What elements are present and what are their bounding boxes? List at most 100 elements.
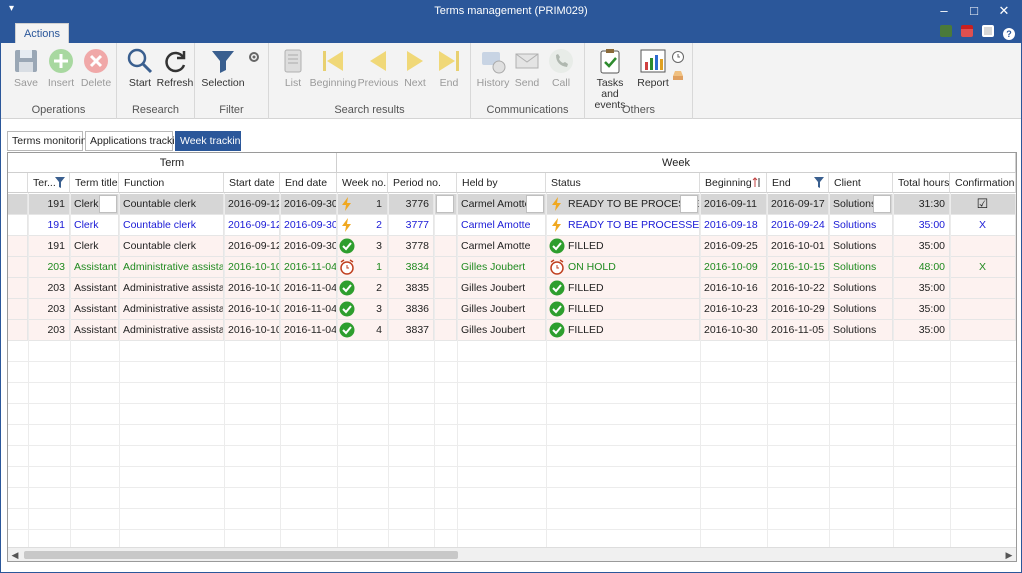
sort-ascending-icon[interactable] <box>752 177 762 188</box>
horizontal-scrollbar[interactable]: ◀ ▶ <box>8 547 1016 561</box>
clock-icon[interactable] <box>671 50 685 64</box>
filter-icon[interactable] <box>814 177 824 188</box>
funnel-icon <box>212 51 234 73</box>
header-term-no[interactable]: Ter... <box>28 173 70 193</box>
group-label-communications: Communications <box>486 104 569 116</box>
call-button[interactable]: Call <box>541 47 581 89</box>
row-indicator <box>8 194 28 215</box>
cell-period-no: 3777 <box>388 215 434 236</box>
scroll-right-icon[interactable]: ▶ <box>1002 548 1016 561</box>
insert-button[interactable]: Insert <box>41 47 81 89</box>
lock-icon[interactable] <box>981 25 994 37</box>
cell-term-no: 191 <box>28 236 70 257</box>
report-button[interactable]: Report <box>633 47 673 89</box>
header-function[interactable]: Function <box>119 173 224 193</box>
cell-confirmation[interactable]: X <box>950 257 1016 278</box>
cell-status: FILLED <box>546 236 700 257</box>
cell-week-no: 1 <box>337 257 388 278</box>
lookup-icon[interactable] <box>526 195 544 213</box>
search-icon[interactable] <box>680 195 698 213</box>
delete-button[interactable]: Delete <box>76 47 116 89</box>
row-indicator <box>8 236 28 257</box>
group-label-research: Research <box>131 104 180 116</box>
header-start-date[interactable]: Start date <box>224 173 280 193</box>
tab-applications-tracking[interactable]: Applications tracking <box>85 131 186 151</box>
cell-start-date: 2016-10-10 <box>224 320 280 341</box>
cell-confirmation[interactable] <box>950 299 1016 320</box>
cell-end: 2016-09-24 <box>767 215 829 236</box>
cell-beginning: 2016-10-09 <box>700 257 767 278</box>
lookup-icon[interactable] <box>99 195 117 213</box>
start-button[interactable]: Start <box>120 47 160 89</box>
header-end[interactable]: End <box>767 173 829 193</box>
cell-end: 2016-11-05 <box>767 320 829 341</box>
table-row[interactable]: 203 Assistant Administrative assistant 2… <box>8 257 1016 278</box>
cell-beginning: 2016-09-18 <box>700 215 767 236</box>
column-divider <box>700 193 701 547</box>
close-button[interactable]: ✕ <box>989 2 1019 20</box>
calendar-icon[interactable] <box>960 25 973 37</box>
cell-period-no: 3778 <box>388 236 434 257</box>
header-held-by[interactable]: Held by <box>457 173 546 193</box>
cell-term-title: Clerk <box>70 236 119 257</box>
filter-icon[interactable] <box>55 177 65 188</box>
maximize-button[interactable]: □ <box>959 2 989 20</box>
cell-confirmation[interactable] <box>950 278 1016 299</box>
column-divider <box>434 193 435 547</box>
cell-confirmation[interactable]: X <box>950 215 1016 236</box>
cell-start-date: 2016-09-12 <box>224 215 280 236</box>
gear-icon[interactable] <box>247 50 261 64</box>
end-button[interactable]: End <box>429 47 469 89</box>
ribbon: Save Insert Delete Operations Start Refr… <box>1 43 1021 119</box>
scrollbar-thumb[interactable] <box>24 551 458 559</box>
column-divider <box>829 193 830 547</box>
lookup-icon[interactable] <box>873 195 891 213</box>
header-beginning[interactable]: Beginning <box>700 173 767 193</box>
cell-total-hours: 35:00 <box>893 278 950 299</box>
tab-actions[interactable]: Actions <box>15 23 69 43</box>
previous-button[interactable]: Previous <box>357 47 399 89</box>
table-row[interactable]: 203 Assistant Administrative assistant 2… <box>8 320 1016 341</box>
header-confirmation[interactable]: Confirmation <box>950 173 1016 193</box>
minimize-button[interactable]: – <box>929 2 959 20</box>
lookup-icon[interactable] <box>436 195 454 213</box>
cell-term-no: 203 <box>28 257 70 278</box>
header-week-no[interactable]: Week no. <box>337 173 388 193</box>
cell-end: 2016-10-15 <box>767 257 829 278</box>
header-period-no[interactable]: Period no. <box>388 173 457 193</box>
header-end-date[interactable]: End date <box>280 173 337 193</box>
empty-row <box>8 383 1016 404</box>
scroll-left-icon[interactable]: ◀ <box>8 548 22 561</box>
cell-held-by: Gilles Joubert <box>457 320 546 341</box>
group-others: Tasks and events Report Others <box>585 43 693 119</box>
cell-client: Solutions <box>829 278 893 299</box>
calculator-icon[interactable] <box>939 25 952 37</box>
help-icon[interactable]: ? <box>1003 28 1015 40</box>
refresh-button[interactable]: Refresh <box>155 47 195 89</box>
header-term-title[interactable]: Term title <box>70 173 119 193</box>
check-circle-icon <box>339 322 355 338</box>
cell-confirmation[interactable] <box>950 320 1016 341</box>
cell-confirmation[interactable] <box>950 236 1016 257</box>
table-row[interactable]: 191 Clerk Countable clerk 2016-09-12 201… <box>8 236 1016 257</box>
tasks-and-events-button[interactable]: Tasks and events <box>588 47 632 111</box>
confirmation-checkbox[interactable]: ☑ <box>950 194 1016 215</box>
table-row[interactable]: 191 Clerk Countable clerk 2016-09-12 201… <box>8 194 1016 215</box>
list-button[interactable]: List <box>273 47 313 89</box>
column-divider <box>280 193 281 547</box>
beginning-button[interactable]: Beginning <box>309 47 357 89</box>
header-total-hours[interactable]: Total hours <box>893 173 950 193</box>
tab-week-tracking[interactable]: Week tracking <box>175 131 246 151</box>
clipboard-check-icon <box>600 49 620 74</box>
inbox-icon[interactable] <box>671 68 685 82</box>
table-row[interactable]: 191 Clerk Countable clerk 2016-09-12 201… <box>8 215 1016 236</box>
table-row[interactable]: 203 Assistant Administrative assistant 2… <box>8 299 1016 320</box>
cell-beginning: 2016-09-25 <box>700 236 767 257</box>
table-row[interactable]: 203 Assistant Administrative assistant 2… <box>8 278 1016 299</box>
header-client[interactable]: Client <box>829 173 893 193</box>
cell-end: 2016-10-01 <box>767 236 829 257</box>
save-button[interactable]: Save <box>6 47 46 89</box>
header-status[interactable]: Status <box>546 173 700 193</box>
tab-terms-monitoring[interactable]: Terms monitoring <box>7 131 93 151</box>
selection-button[interactable]: Selection <box>201 47 245 89</box>
